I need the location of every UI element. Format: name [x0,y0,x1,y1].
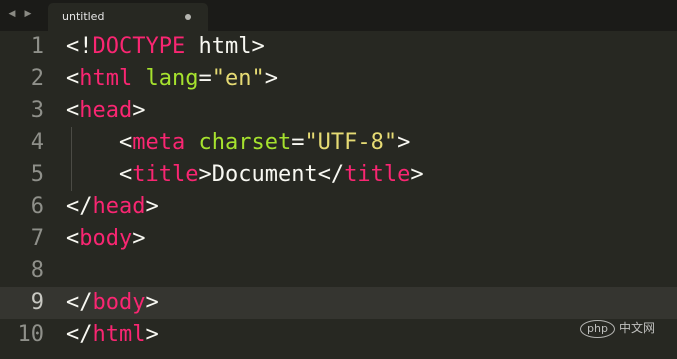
line-number: 4 [30,130,44,155]
tab-label: untitled [62,10,105,23]
line-number: 10 [17,322,45,347]
tab-untitled[interactable]: untitled [48,3,208,31]
code-line-3[interactable]: 3 <head> [0,95,677,127]
code-text: <head> [66,98,146,123]
code-editor[interactable]: 1 <!DOCTYPE html> 2 <html lang="en"> 3 <… [0,31,677,359]
line-number: 8 [30,258,44,283]
tab-bar: ◀ ▶ untitled [0,0,677,31]
line-number: 9 [30,290,44,315]
code-line-8[interactable]: 8 [0,255,677,287]
line-number: 3 [30,98,44,123]
line-number: 5 [30,162,44,187]
code-line-7[interactable]: 7 <body> [0,223,677,255]
line-number: 2 [30,66,44,91]
code-text: <body> [66,226,146,251]
code-line-1[interactable]: 1 <!DOCTYPE html> [0,31,677,63]
code-line-5[interactable]: 5 <title>Document</title> [0,159,677,191]
code-text: </body> [66,290,159,315]
code-line-10[interactable]: 10 </html> [0,319,677,351]
code-text: </head> [66,194,159,219]
code-text: <meta charset="UTF-8"> [66,130,411,155]
line-number: 1 [30,34,44,59]
unsaved-dot-icon[interactable] [185,14,191,20]
code-text: <!DOCTYPE html> [66,34,265,59]
line-number: 6 [30,194,44,219]
code-text: <title>Document</title> [66,162,424,187]
code-line-9-current[interactable]: 9 </body> [0,287,677,319]
code-text: </html> [66,322,159,347]
code-line-2[interactable]: 2 <html lang="en"> [0,63,677,95]
next-tab-icon[interactable]: ▶ [22,8,34,20]
line-number: 7 [30,226,44,251]
code-text: <html lang="en"> [66,66,278,91]
indent-guide [71,127,72,191]
previous-tab-icon[interactable]: ◀ [6,8,18,20]
code-line-6[interactable]: 6 </head> [0,191,677,223]
code-line-4[interactable]: 4 <meta charset="UTF-8"> [0,127,677,159]
